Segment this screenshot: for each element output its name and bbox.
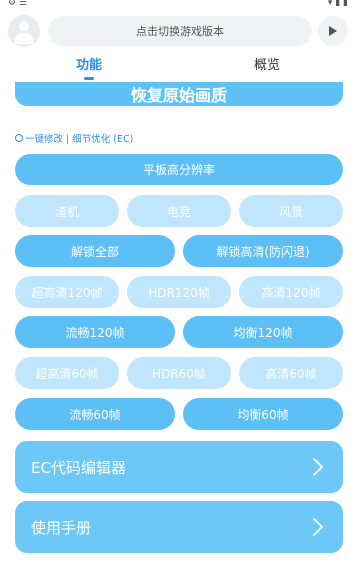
ec-editor-panel[interactable]: EC代码编辑器 [15,441,343,493]
tablet-hd-label: 平板高分辨率 [142,163,215,177]
smooth-120-label: 流畅120帧 [65,325,125,340]
smooth-60-button[interactable]: 流畅60帧 [15,398,175,430]
tab-overview[interactable]: 概览 [178,56,356,82]
play-icon [329,26,337,36]
ec-editor-label: EC代码编辑器 [31,458,126,477]
restore-original-label: 恢复原始画质 [130,86,227,105]
uhd-120-label: 超高清120帧 [31,285,103,300]
unlock-hd-label: 解锁高清(防闪退) [216,244,310,259]
status-bar: ⚙ ☰ ▾ ▮ ▮ [0,0,356,10]
hd-60-button[interactable]: 高清60帧 [239,357,343,389]
tablet-hd-button[interactable]: 平板高分辨率 [15,154,343,185]
unlock-all-label: 解锁全部 [70,244,119,259]
tab-features-label: 功能 [75,58,102,73]
section-label: 一键修改 | 细节优化 (EC) [15,131,133,145]
smooth-60-label: 流畅60帧 [69,407,121,422]
hdr-60-button[interactable]: HDR60帧 [127,357,231,389]
tab-active-indicator [84,77,94,80]
hd-60-label: 高清60帧 [265,366,317,381]
hdr-60-label: HDR60帧 [152,366,206,381]
avatar-icon[interactable] [8,15,40,47]
chevron-right-icon [313,518,323,536]
version-select-label: 点击切换游戏版本 [136,25,224,38]
play-button[interactable] [318,16,348,46]
esports-label: 电竞 [166,204,191,219]
hd-120-button[interactable]: 高清120帧 [239,276,343,308]
section-label-text: 一键修改 | 细节优化 (EC) [25,134,134,145]
status-bar-right-icons: ▾ ▮ ▮ [327,0,348,8]
hdr-120-label: HDR120帧 [148,285,210,300]
unlock-hd-button[interactable]: 解锁高清(防闪退) [183,235,343,267]
hd-120-label: 高清120帧 [261,285,321,300]
manual-label: 使用手册 [31,518,92,537]
tab-features[interactable]: 功能 [0,56,178,82]
low-end-label: 渣机 [54,204,79,219]
version-select-bar[interactable]: 点击切换游戏版本 [48,16,312,46]
status-bar-left-icons: ⚙ ☰ [8,0,27,8]
restore-original-button[interactable]: 恢复原始画质 [15,82,343,106]
chevron-right-icon [313,458,323,476]
tab-bar: 功能 概览 [0,56,356,82]
scenery-label: 风景 [278,204,303,219]
avatar-body [14,33,34,44]
unlock-all-button[interactable]: 解锁全部 [15,235,175,267]
balance-120-label: 均衡120帧 [233,325,293,340]
tab-overview-label: 概览 [253,58,280,73]
avatar-head [19,21,29,31]
smooth-120-button[interactable]: 流畅120帧 [15,316,175,348]
esports-button[interactable]: 电竞 [127,195,231,227]
manual-panel[interactable]: 使用手册 [15,501,343,553]
low-end-button[interactable]: 渣机 [15,195,119,227]
uhd-60-button[interactable]: 超高清60帧 [15,357,119,389]
balance-120-button[interactable]: 均衡120帧 [183,316,343,348]
scenery-button[interactable]: 风景 [239,195,343,227]
uhd-60-label: 超高清60帧 [35,366,99,381]
hdr-120-button[interactable]: HDR120帧 [127,276,231,308]
uhd-120-button[interactable]: 超高清120帧 [15,276,119,308]
balance-60-button[interactable]: 均衡60帧 [183,398,343,430]
balance-60-label: 均衡60帧 [237,407,289,422]
ring-icon [15,134,23,142]
top-bar: 点击切换游戏版本 [8,13,348,49]
